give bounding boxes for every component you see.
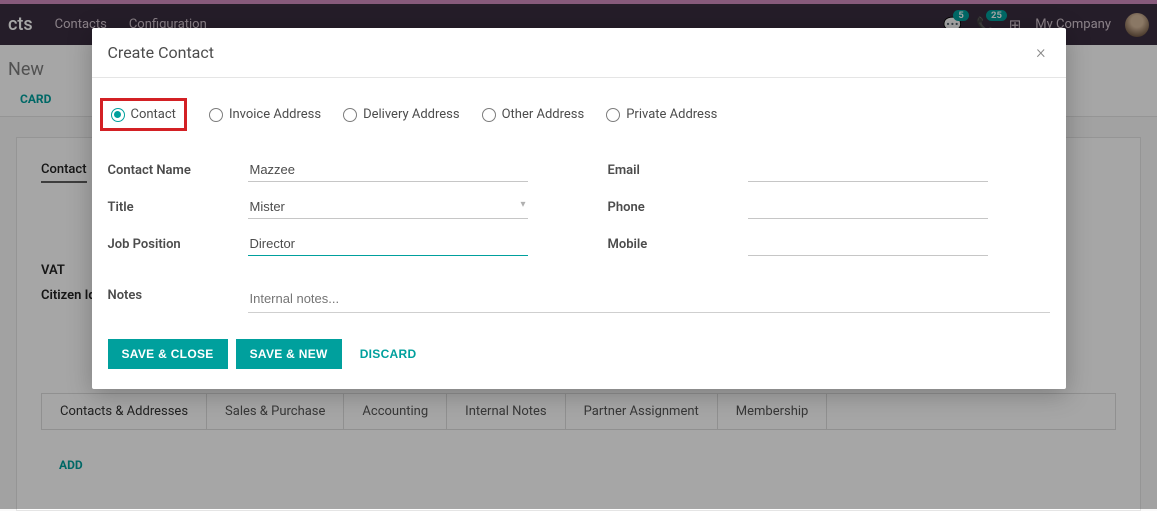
contact-type-highlight: Contact xyxy=(100,98,187,131)
mobile-input[interactable] xyxy=(748,233,988,256)
radio-delivery-label: Delivery Address xyxy=(363,107,460,122)
notes-input[interactable] xyxy=(248,288,1050,313)
label-title: Title xyxy=(108,200,248,215)
radio-delivery-address[interactable]: Delivery Address xyxy=(343,107,460,122)
discard-button[interactable]: DISCARD xyxy=(350,339,427,369)
radio-private-label: Private Address xyxy=(626,107,717,122)
label-email: Email xyxy=(608,163,748,178)
modal-header: Create Contact × xyxy=(92,28,1066,78)
modal-body: Contact Invoice Address Delivery Address… xyxy=(92,78,1066,339)
save-close-button[interactable]: SAVE & CLOSE xyxy=(108,339,228,369)
email-input[interactable] xyxy=(748,159,988,182)
contact-type-radios: Contact Invoice Address Delivery Address… xyxy=(108,98,1050,131)
label-phone: Phone xyxy=(608,200,748,215)
radio-invoice-address[interactable]: Invoice Address xyxy=(209,107,321,122)
radio-contact[interactable]: Contact xyxy=(111,107,176,122)
radio-invoice-label: Invoice Address xyxy=(229,107,321,122)
title-select[interactable] xyxy=(248,196,528,219)
label-job-position: Job Position xyxy=(108,237,248,252)
radio-other-label: Other Address xyxy=(502,107,585,122)
radio-private-address[interactable]: Private Address xyxy=(606,107,717,122)
label-notes: Notes xyxy=(108,288,248,313)
radio-other-address[interactable]: Other Address xyxy=(482,107,585,122)
phone-input[interactable] xyxy=(748,196,988,219)
label-contact-name: Contact Name xyxy=(108,163,248,178)
close-icon[interactable]: × xyxy=(1036,42,1045,63)
modal-footer: SAVE & CLOSE SAVE & NEW DISCARD xyxy=(92,339,1066,389)
label-mobile: Mobile xyxy=(608,237,748,252)
save-new-button[interactable]: SAVE & NEW xyxy=(236,339,342,369)
modal-title: Create Contact xyxy=(108,43,214,62)
job-position-input[interactable] xyxy=(248,233,528,256)
notes-row: Notes xyxy=(108,288,1050,313)
radio-contact-label: Contact xyxy=(131,107,176,122)
create-contact-modal: Create Contact × Contact Invoice Address… xyxy=(92,28,1066,389)
contact-form: Contact Name Email Title ▾ Phone Job Pos… xyxy=(108,159,1050,256)
contact-name-input[interactable] xyxy=(248,159,528,182)
